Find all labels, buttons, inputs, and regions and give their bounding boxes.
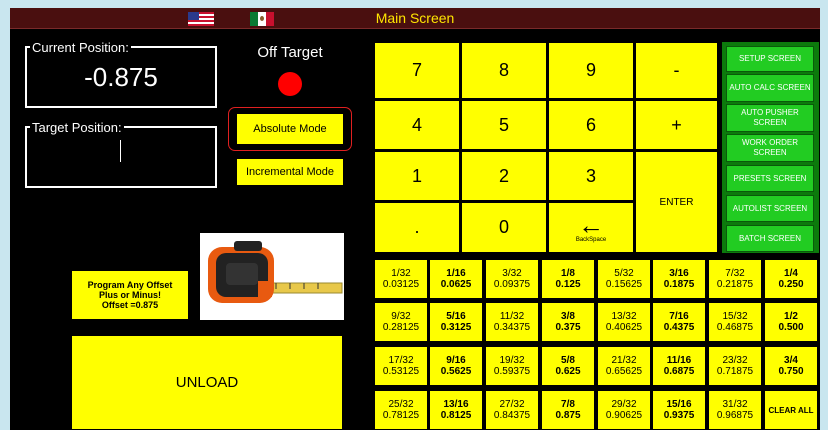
key-9[interactable]: 9 [548,42,634,99]
offset-line-3: Offset =0.875 [101,300,159,310]
target-position-label: Target Position: [30,120,124,135]
work-order-screen-button[interactable]: WORK ORDER SCREEN [726,134,814,162]
unload-button[interactable]: UNLOAD [71,335,343,430]
fraction-button-3-4[interactable]: 3/4 0.750 [764,346,818,386]
target-position-field[interactable] [25,126,217,188]
offset-info-box[interactable]: Program Any Offset Plus or Minus! Offset… [71,270,189,320]
fraction-button-1-16[interactable]: 1/16 0.0625 [429,259,483,299]
page-title: Main Screen [375,10,455,26]
batch-screen-button[interactable]: BATCH SCREEN [726,225,814,252]
fraction-button-3-8[interactable]: 3/8 0.375 [541,302,595,342]
key-1[interactable]: 1 [374,151,460,201]
fraction-button-23-32[interactable]: 23/32 0.71875 [708,346,762,386]
fraction-button-3-16[interactable]: 3/16 0.1875 [652,259,706,299]
key-plus[interactable]: + [635,100,718,150]
backspace-button[interactable]: ← BackSpace [548,202,634,253]
key-6[interactable]: 6 [548,100,634,150]
fraction-button-9-16[interactable]: 9/16 0.5625 [429,346,483,386]
fraction-button-31-32[interactable]: 31/32 0.96875 [708,390,762,430]
fraction-button-13-16[interactable]: 13/16 0.8125 [429,390,483,430]
fraction-button-1-2[interactable]: 1/2 0.500 [764,302,818,342]
fraction-button-9-32[interactable]: 9/32 0.28125 [374,302,428,342]
current-position-label: Current Position: [30,40,131,55]
fraction-button-5-32[interactable]: 5/32 0.15625 [597,259,651,299]
fraction-button-7-16[interactable]: 7/16 0.4375 [652,302,706,342]
key-minus[interactable]: - [635,42,718,99]
fraction-button-11-16[interactable]: 11/16 0.6875 [652,346,706,386]
key-5[interactable]: 5 [461,100,547,150]
fraction-button-7-8[interactable]: 7/8 0.875 [541,390,595,430]
fraction-button-3-32[interactable]: 3/32 0.09375 [485,259,539,299]
fraction-button-19-32[interactable]: 19/32 0.59375 [485,346,539,386]
setup-screen-button[interactable]: SETUP SCREEN [726,46,814,72]
tape-measure-image [200,233,344,320]
fraction-button-5-8[interactable]: 5/8 0.625 [541,346,595,386]
fraction-button-1-32[interactable]: 1/32 0.03125 [374,259,428,299]
presets-screen-button[interactable]: PRESETS SCREEN [726,165,814,192]
incremental-mode-button[interactable]: Incremental Mode [236,158,344,186]
key-2[interactable]: 2 [461,151,547,201]
fraction-button-1-8[interactable]: 1/8 0.125 [541,259,595,299]
fraction-button-5-16[interactable]: 5/16 0.3125 [429,302,483,342]
offset-line-2: Plus or Minus! [98,290,161,300]
fraction-button-15-16[interactable]: 15/16 0.9375 [652,390,706,430]
fraction-button-7-32[interactable]: 7/32 0.21875 [708,259,762,299]
fraction-button-1-4[interactable]: 1/4 0.250 [764,259,818,299]
backspace-label: BackSpace [575,236,607,243]
fraction-button-17-32[interactable]: 17/32 0.53125 [374,346,428,386]
status-indicator-light [278,72,302,96]
key-7[interactable]: 7 [374,42,460,99]
key-8[interactable]: 8 [461,42,547,99]
current-position-value: -0.875 [84,62,158,92]
fraction-button-21-32[interactable]: 21/32 0.65625 [597,346,651,386]
absolute-mode-button[interactable]: Absolute Mode [236,113,344,145]
fraction-button-15-32[interactable]: 15/32 0.46875 [708,302,762,342]
clear-all-button[interactable]: CLEAR ALL [764,390,818,430]
auto-calc-screen-button[interactable]: AUTO CALC SCREEN [726,74,814,102]
fraction-button-25-32[interactable]: 25/32 0.78125 [374,390,428,430]
fraction-button-29-32[interactable]: 29/32 0.90625 [597,390,651,430]
offset-line-1: Program Any Offset [87,280,173,290]
tape-measure-icon [208,241,343,303]
key-0[interactable]: 0 [461,202,547,253]
key-3[interactable]: 3 [548,151,634,201]
text-cursor [120,140,121,162]
key-4[interactable]: 4 [374,100,460,150]
key-decimal[interactable]: . [374,202,460,253]
fraction-button-13-32[interactable]: 13/32 0.40625 [597,302,651,342]
current-position-display: -0.875 [25,46,217,108]
status-text: Off Target [257,44,323,61]
back-arrow-icon: ← [578,209,604,240]
title-bar: Main Screen [10,8,820,29]
fraction-button-11-32[interactable]: 11/32 0.34375 [485,302,539,342]
auto-pusher-screen-button[interactable]: AUTO PUSHER SCREEN [726,104,814,132]
fraction-button-27-32[interactable]: 27/32 0.84375 [485,390,539,430]
enter-button[interactable]: ENTER [635,151,718,253]
autolist-screen-button[interactable]: AUTOLIST SCREEN [726,195,814,222]
